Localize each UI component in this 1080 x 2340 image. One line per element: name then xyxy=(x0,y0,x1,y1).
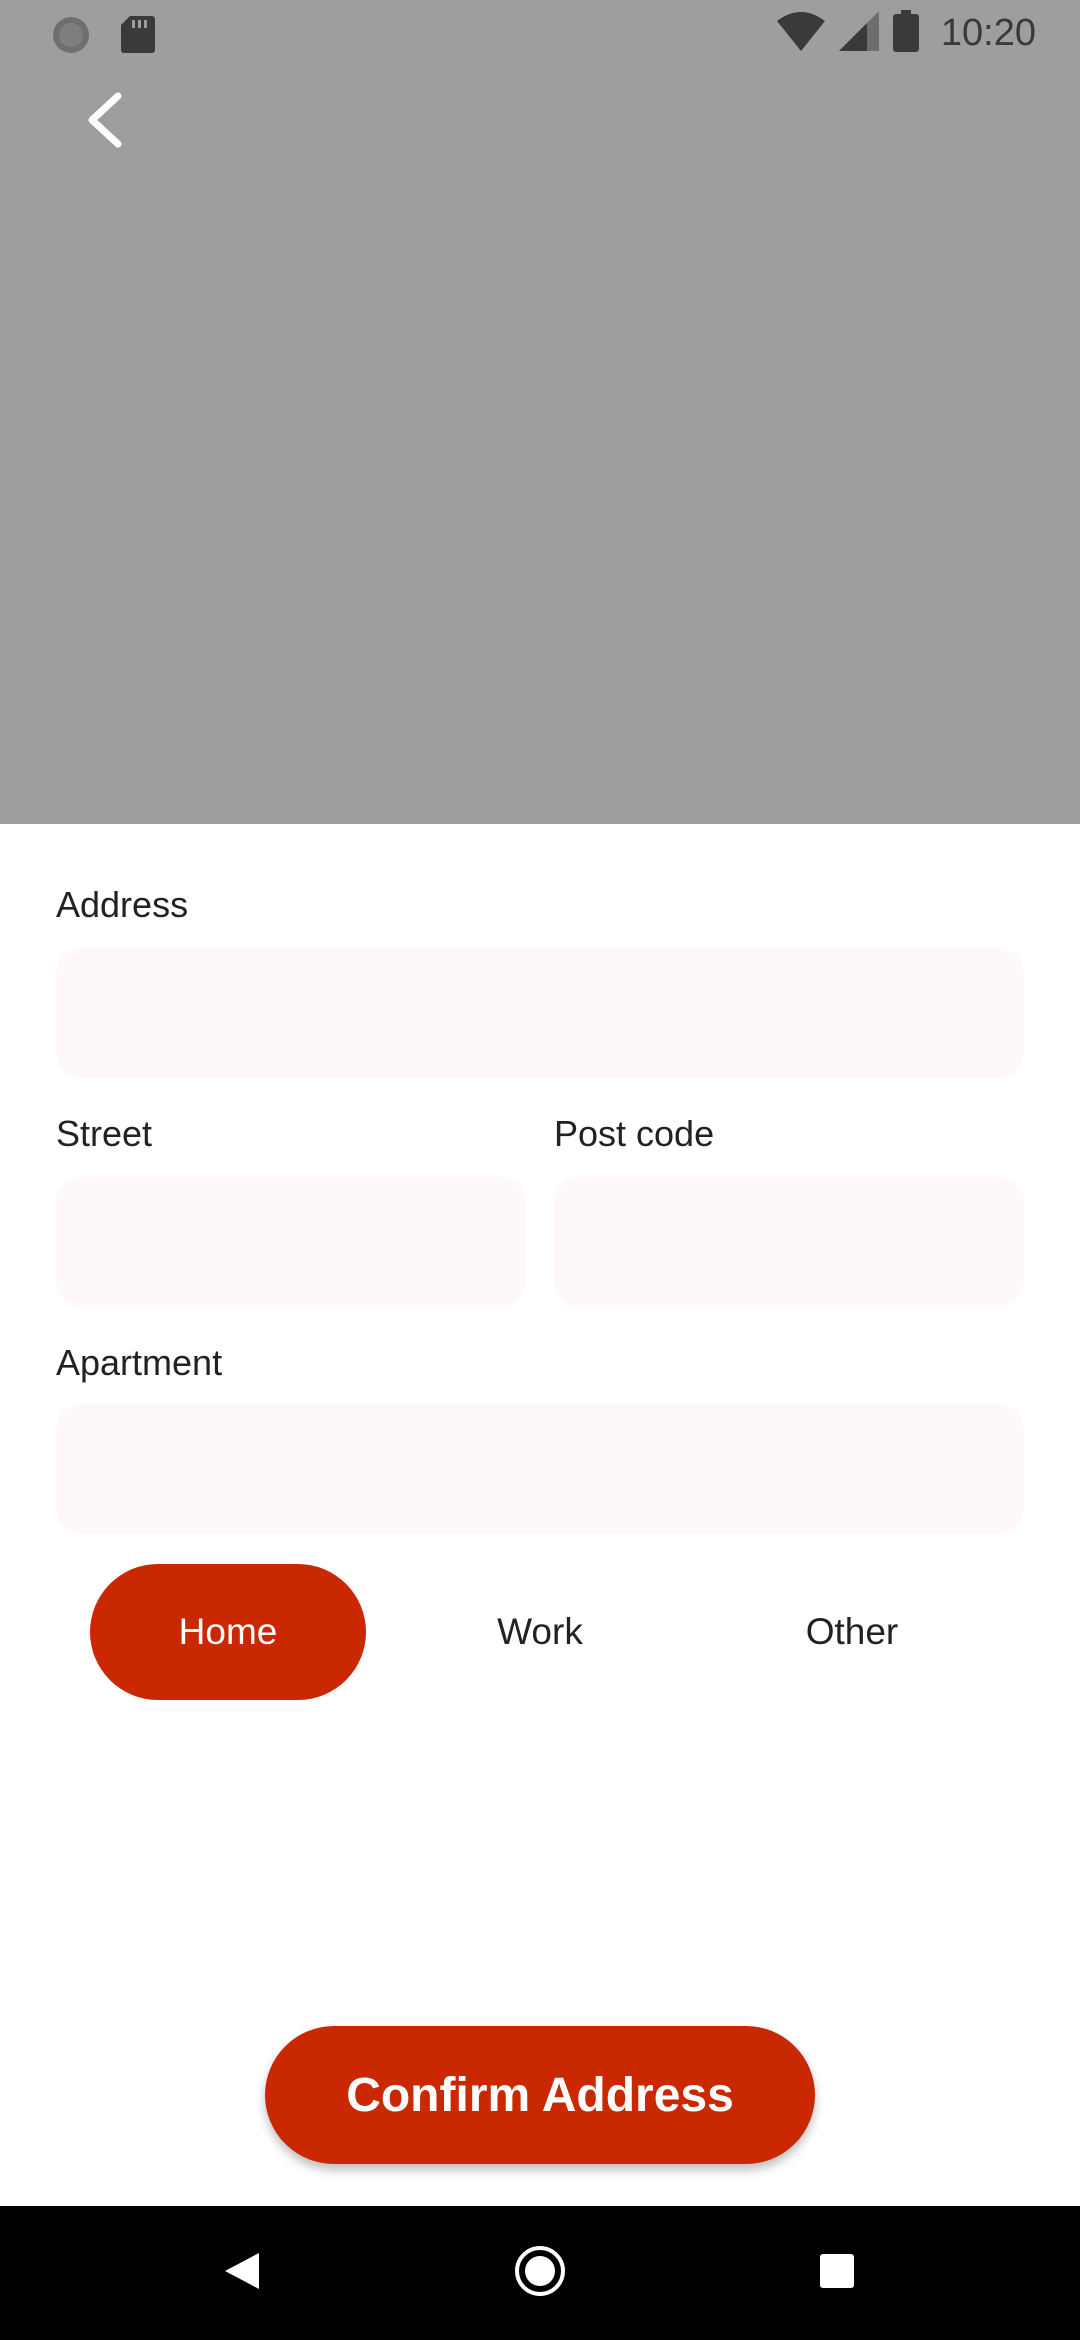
cellular-signal-icon xyxy=(838,10,879,56)
address-type-selector: Home Work Other xyxy=(90,1564,990,1700)
back-button[interactable] xyxy=(66,84,142,160)
nav-home-button[interactable] xyxy=(480,2206,600,2340)
post-code-label: Post code xyxy=(554,1113,715,1154)
apartment-input[interactable] xyxy=(56,1404,1024,1534)
recents-square-icon xyxy=(819,2253,855,2294)
address-type-other[interactable]: Other xyxy=(714,1564,990,1700)
address-input[interactable] xyxy=(56,948,1024,1078)
loading-indicator-icon xyxy=(50,14,92,61)
nav-recents-button[interactable] xyxy=(777,2206,897,2340)
home-circle-icon xyxy=(513,2244,567,2303)
address-type-work[interactable]: Work xyxy=(402,1564,678,1700)
battery-icon xyxy=(892,9,919,57)
system-nav-bar xyxy=(0,2206,1080,2340)
address-form: Address Street Post code Apartment Home … xyxy=(0,824,1080,2206)
confirm-address-button[interactable]: Confirm Address xyxy=(265,2026,815,2164)
apartment-label: Apartment xyxy=(56,1342,223,1383)
back-triangle-icon xyxy=(223,2251,261,2296)
map-placeholder xyxy=(0,0,1080,824)
street-input[interactable] xyxy=(56,1177,526,1307)
address-label: Address xyxy=(56,884,189,925)
address-type-home[interactable]: Home xyxy=(90,1564,366,1700)
chevron-left-icon xyxy=(82,90,126,155)
status-time: 10:20 xyxy=(940,11,1036,54)
wifi-icon xyxy=(776,11,825,56)
sd-card-icon xyxy=(120,14,156,59)
nav-back-button[interactable] xyxy=(182,2206,302,2340)
post-code-input[interactable] xyxy=(554,1177,1024,1307)
street-label: Street xyxy=(56,1113,153,1154)
status-bar: 10:20 xyxy=(0,0,1080,66)
status-icons: 10:20 xyxy=(776,9,1036,57)
